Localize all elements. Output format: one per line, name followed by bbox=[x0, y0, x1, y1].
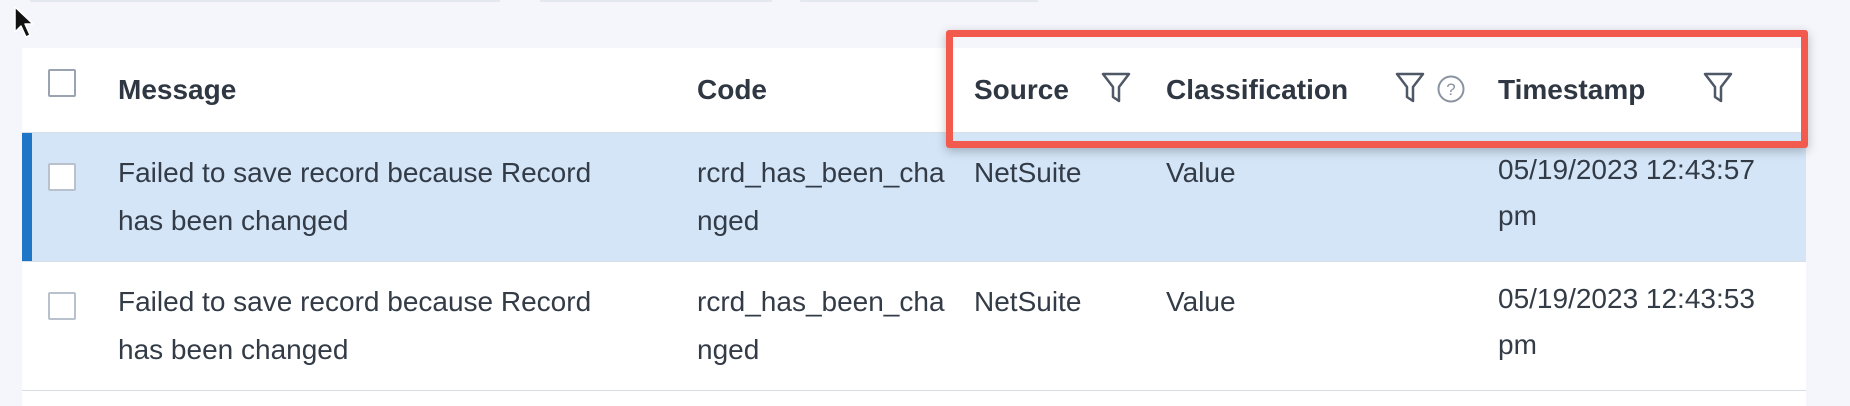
code-cell: rcrd_has_been_changed bbox=[697, 157, 945, 236]
classification-filter-icon[interactable] bbox=[1394, 70, 1426, 106]
timestamp-filter-icon[interactable] bbox=[1702, 70, 1734, 106]
code-cell: rcrd_has_been_changed bbox=[697, 286, 945, 365]
mouse-pointer-icon bbox=[14, 6, 34, 38]
column-header-timestamp[interactable]: Timestamp bbox=[1498, 66, 1788, 114]
row-checkbox[interactable] bbox=[48, 163, 76, 191]
classification-help-icon[interactable]: ? bbox=[1436, 74, 1466, 104]
table-header-row: Message Code Source Classification ? Tim… bbox=[22, 48, 1806, 133]
table-row[interactable]: Failed to save record because Record has… bbox=[22, 262, 1806, 391]
classification-cell: Value bbox=[1166, 157, 1236, 188]
source-filter-icon[interactable] bbox=[1100, 70, 1132, 106]
column-header-code[interactable]: Code bbox=[697, 66, 947, 114]
tab-indicator bbox=[540, 0, 772, 2]
message-cell: Failed to save record because Record has… bbox=[118, 157, 592, 236]
table-row[interactable]: Failed to save record because Record has… bbox=[22, 133, 1806, 262]
tab-indicator bbox=[30, 0, 500, 2]
source-cell: NetSuite bbox=[974, 286, 1082, 317]
classification-cell: Value bbox=[1166, 286, 1236, 317]
message-cell: Failed to save record because Record has… bbox=[118, 286, 592, 365]
tab-strip bbox=[0, 0, 1850, 6]
timestamp-cell: 05/19/2023 12:43:57 pm bbox=[1498, 154, 1755, 231]
tab-indicator bbox=[800, 0, 1038, 2]
svg-text:?: ? bbox=[1446, 80, 1455, 99]
row-checkbox[interactable] bbox=[48, 292, 76, 320]
column-header-message[interactable]: Message bbox=[118, 66, 618, 114]
column-header-source[interactable]: Source bbox=[974, 66, 1069, 114]
error-table: Message Code Source Classification ? Tim… bbox=[22, 48, 1806, 406]
select-all-checkbox[interactable] bbox=[48, 69, 76, 97]
timestamp-cell: 05/19/2023 12:43:53 pm bbox=[1498, 283, 1755, 360]
column-header-classification[interactable]: Classification bbox=[1166, 66, 1348, 114]
source-cell: NetSuite bbox=[974, 157, 1082, 188]
